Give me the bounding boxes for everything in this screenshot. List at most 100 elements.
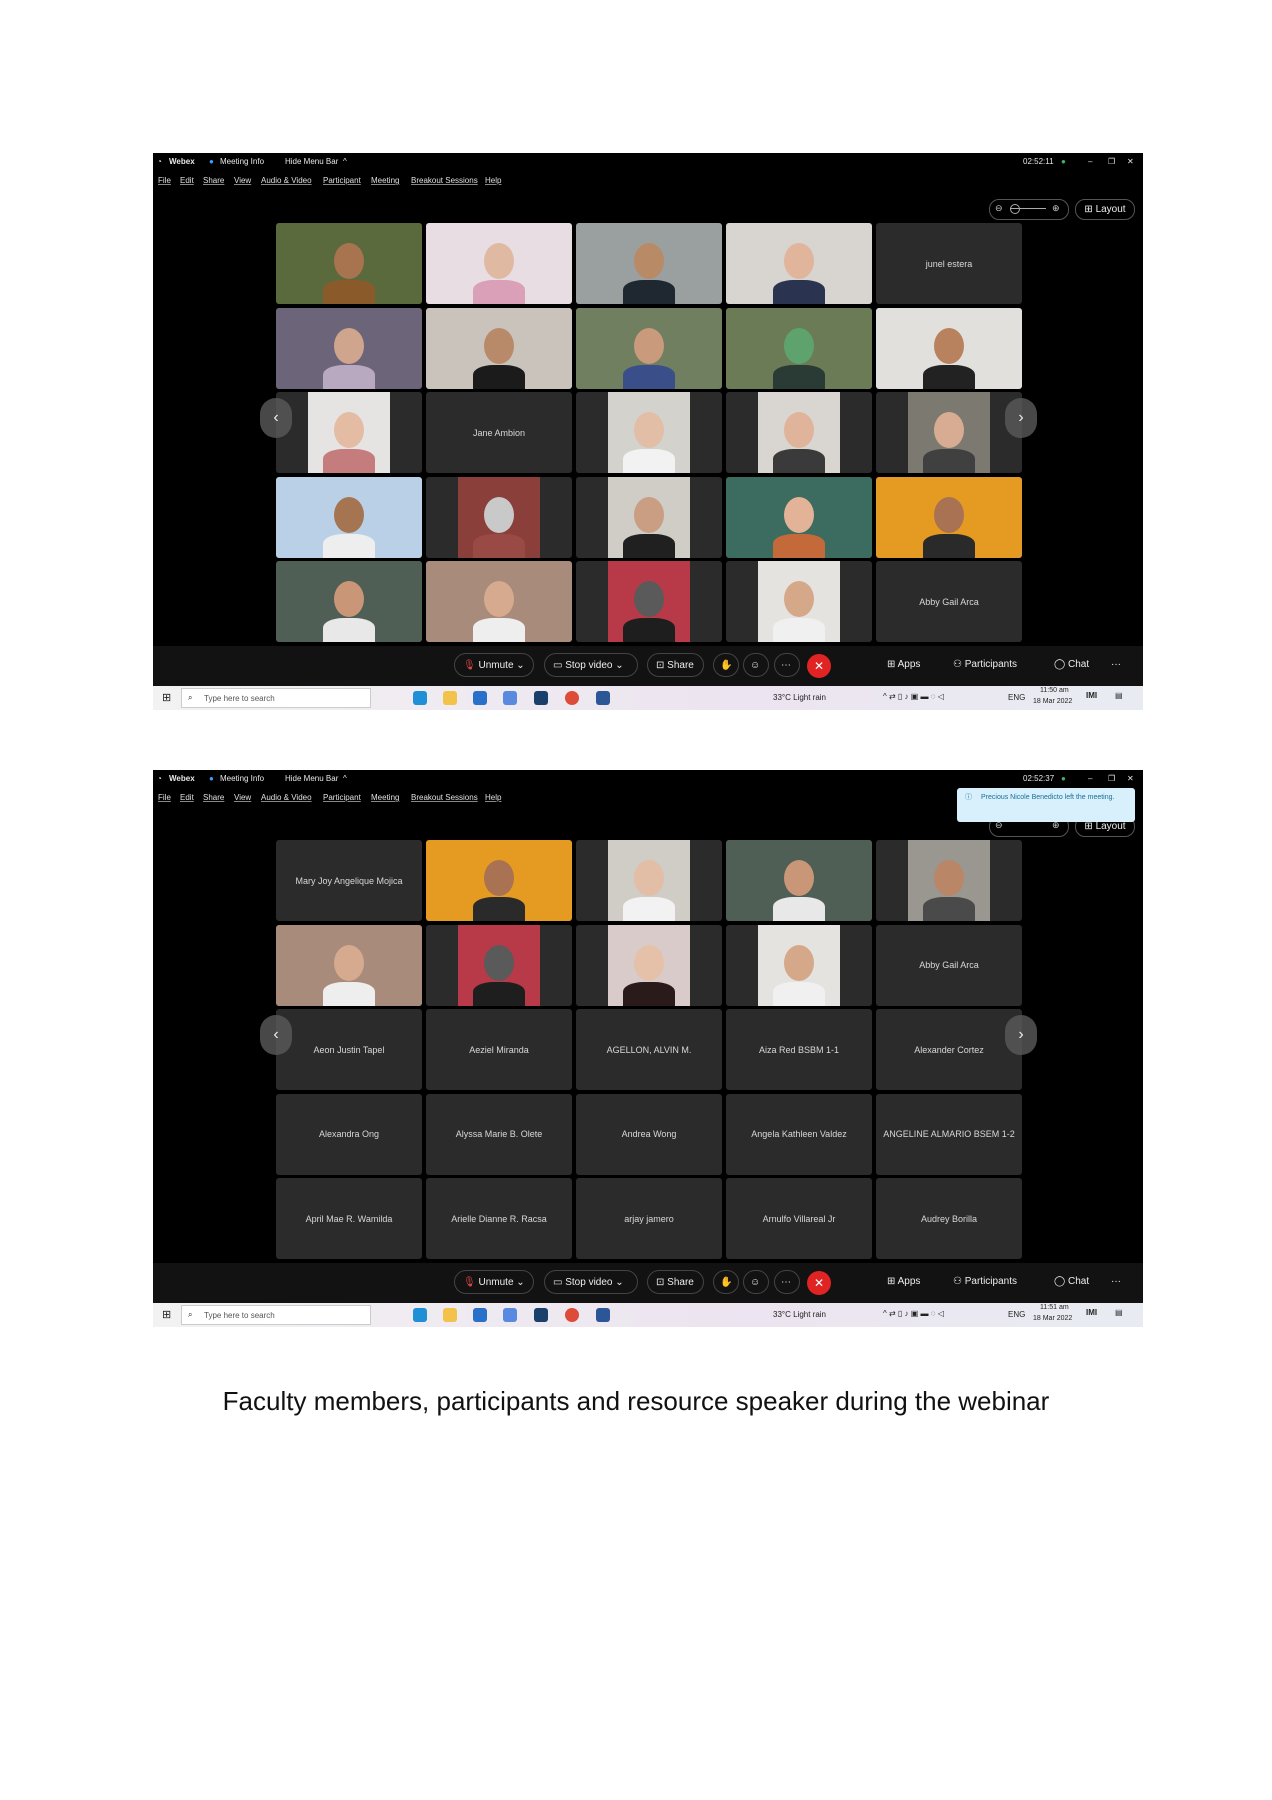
participant-name-tile[interactable]: April Mae R. Wamilda xyxy=(276,1178,422,1259)
menu-audio-video[interactable]: Audio & Video xyxy=(261,176,312,185)
end-call-button[interactable]: ✕ xyxy=(807,654,831,678)
participant-video-tile[interactable] xyxy=(576,223,722,304)
widget-icon[interactable]: IMI xyxy=(1086,1308,1097,1317)
menu-share[interactable]: Share xyxy=(203,793,224,802)
participant-video-tile[interactable] xyxy=(426,840,572,921)
chrome-icon[interactable] xyxy=(565,1308,579,1322)
participant-name-tile[interactable]: Abby Gail Arca xyxy=(876,561,1022,642)
overflow-menu-button[interactable]: ··· xyxy=(1103,653,1129,677)
participant-video-tile[interactable] xyxy=(426,924,572,1006)
meeting-info-button[interactable]: Meeting Info xyxy=(220,157,264,166)
messenger-icon[interactable] xyxy=(503,691,517,705)
zoom-out-icon[interactable]: ⊖ xyxy=(995,203,1003,214)
menu-edit[interactable]: Edit xyxy=(180,176,194,185)
hide-menu-bar-button[interactable]: Hide Menu Bar xyxy=(285,157,338,166)
taskbar-search-box[interactable]: ⌕ Type here to search xyxy=(181,1305,371,1325)
participant-name-tile[interactable]: Arnulfo Villareal Jr xyxy=(726,1178,872,1259)
language-indicator[interactable]: ENG xyxy=(1008,1310,1025,1319)
menu-view[interactable]: View xyxy=(234,793,251,802)
chevron-down-icon[interactable]: ⌄ xyxy=(615,660,623,671)
participant-video-tile[interactable] xyxy=(276,476,422,558)
weather-readout[interactable]: 33°C Light rain xyxy=(773,1310,826,1319)
participant-video-tile[interactable] xyxy=(876,840,1022,921)
stop-video-button[interactable]: ▭ Stop video ⌄ xyxy=(544,1270,638,1294)
participant-name-tile[interactable]: Aiza Red BSBM 1-1 xyxy=(726,1009,872,1090)
notifications-icon[interactable]: ▤ xyxy=(1115,691,1123,700)
menu-help[interactable]: Help xyxy=(485,176,501,185)
participant-video-tile[interactable] xyxy=(426,307,572,389)
participant-video-tile[interactable] xyxy=(576,924,722,1006)
participant-name-tile[interactable]: junel estera xyxy=(876,223,1022,304)
participant-video-tile[interactable] xyxy=(426,561,572,642)
taskbar-date[interactable]: 18 Mar 2022 xyxy=(1033,698,1072,705)
participant-video-tile[interactable] xyxy=(726,307,872,389)
participant-video-tile[interactable] xyxy=(276,924,422,1006)
webex-taskbar-icon[interactable] xyxy=(534,1308,548,1322)
layout-button[interactable]: ⊞ Layout xyxy=(1075,199,1135,220)
raise-hand-button[interactable]: ✋ xyxy=(713,1270,739,1294)
participant-video-tile[interactable] xyxy=(726,392,872,473)
zoom-in-icon[interactable]: ⊕ xyxy=(1052,203,1060,214)
mail-icon[interactable] xyxy=(473,691,487,705)
participant-name-tile[interactable]: Angela Kathleen Valdez xyxy=(726,1093,872,1175)
participant-name-tile[interactable]: Aeon Justin Tapel xyxy=(276,1009,422,1090)
share-button[interactable]: ⊡ Share xyxy=(647,653,704,677)
taskbar-time[interactable]: 11:50 am xyxy=(1040,687,1069,694)
messenger-icon[interactable] xyxy=(503,1308,517,1322)
participant-video-tile[interactable] xyxy=(276,307,422,389)
meeting-info-button[interactable]: Meeting Info xyxy=(220,774,264,783)
mail-icon[interactable] xyxy=(473,1308,487,1322)
menu-share[interactable]: Share xyxy=(203,176,224,185)
hide-menu-bar-button[interactable]: Hide Menu Bar xyxy=(285,774,338,783)
participant-video-tile[interactable] xyxy=(726,840,872,921)
minimize-icon[interactable]: – xyxy=(1088,157,1092,166)
restore-icon[interactable]: ❐ xyxy=(1108,157,1115,166)
file-explorer-icon[interactable] xyxy=(443,691,457,705)
widget-icon[interactable]: IMI xyxy=(1086,691,1097,700)
menu-meeting[interactable]: Meeting xyxy=(371,176,399,185)
menu-view[interactable]: View xyxy=(234,176,251,185)
participant-name-tile[interactable]: Andrea Wong xyxy=(576,1093,722,1175)
reactions-button[interactable]: ☺ xyxy=(743,1270,769,1294)
menu-breakout-sessions[interactable]: Breakout Sessions xyxy=(411,176,478,185)
unmute-button[interactable]: 🎙 Unmute ⌄ xyxy=(454,1270,534,1294)
participant-name-tile[interactable]: Alexandra Ong xyxy=(276,1093,422,1175)
notifications-icon[interactable]: ▤ xyxy=(1115,1308,1123,1317)
chrome-icon[interactable] xyxy=(565,691,579,705)
windows-start-icon[interactable]: ⊞ xyxy=(162,1308,171,1321)
tray-icons[interactable]: ^ ⇄ ▯ ♪ ▣ ▬ ◌ ◁ xyxy=(883,692,944,701)
word-icon[interactable] xyxy=(596,1308,610,1322)
menu-participant[interactable]: Participant xyxy=(323,176,361,185)
menu-file[interactable]: File xyxy=(158,793,171,802)
menu-participant[interactable]: Participant xyxy=(323,793,361,802)
reactions-button[interactable]: ☺ xyxy=(743,653,769,677)
taskbar-date[interactable]: 18 Mar 2022 xyxy=(1033,1315,1072,1322)
participant-video-tile[interactable] xyxy=(426,223,572,304)
prev-page-button[interactable]: ‹ xyxy=(260,398,292,438)
menu-breakout-sessions[interactable]: Breakout Sessions xyxy=(411,793,478,802)
chevron-down-icon[interactable]: ⌄ xyxy=(516,660,524,671)
close-icon[interactable]: ✕ xyxy=(1127,774,1134,783)
participant-name-tile[interactable]: ANGELINE ALMARIO BSEM 1-2 xyxy=(876,1093,1022,1175)
share-button[interactable]: ⊡ Share xyxy=(647,1270,704,1294)
taskbar-time[interactable]: 11:51 am xyxy=(1040,1304,1069,1311)
unmute-button[interactable]: 🎙 Unmute ⌄ xyxy=(454,653,534,677)
participant-video-tile[interactable] xyxy=(726,924,872,1006)
notification-toast[interactable]: ⓘ Precious Nicole Benedicto left the mee… xyxy=(957,788,1135,822)
apps-button[interactable]: ⊞ Apps xyxy=(879,653,928,677)
participant-video-tile[interactable] xyxy=(276,223,422,304)
menu-audio-video[interactable]: Audio & Video xyxy=(261,793,312,802)
participant-name-tile[interactable]: Mary Joy Angelique Mojica xyxy=(276,840,422,921)
participant-name-tile[interactable]: Audrey Borilla xyxy=(876,1178,1022,1259)
chevron-up-icon[interactable]: ^ xyxy=(343,774,347,783)
next-page-button[interactable]: › xyxy=(1005,1015,1037,1055)
prev-page-button[interactable]: ‹ xyxy=(260,1015,292,1055)
menu-meeting[interactable]: Meeting xyxy=(371,793,399,802)
taskbar-search-box[interactable]: ⌕ Type here to search xyxy=(181,688,371,708)
participant-name-tile[interactable]: AGELLON, ALVIN M. xyxy=(576,1009,722,1090)
chat-button[interactable]: ◯ Chat xyxy=(1046,653,1097,677)
participants-button[interactable]: ⚇ Participants xyxy=(945,1270,1025,1294)
more-options-button[interactable]: ⋯ xyxy=(774,653,800,677)
edge-icon[interactable] xyxy=(413,691,427,705)
menu-help[interactable]: Help xyxy=(485,793,501,802)
